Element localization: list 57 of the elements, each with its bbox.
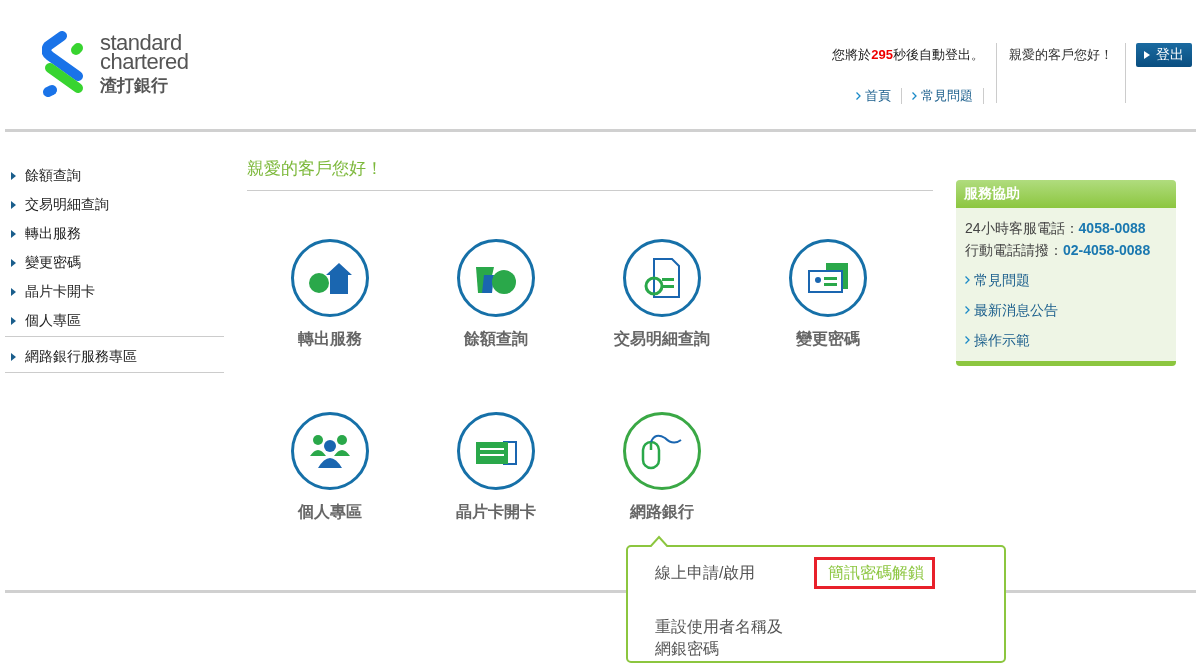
service-tile-label: 變更密碼 — [796, 329, 860, 349]
phone-number: 02-4058-0088 — [1063, 242, 1151, 258]
chevron-icon — [965, 306, 970, 314]
service-tile-label: 轉出服務 — [298, 329, 362, 349]
sidebar-item[interactable]: 餘額查詢 — [5, 161, 224, 190]
auto-logout-notice: 您將於295秒後自動登出。 — [832, 46, 984, 64]
service-tile-label: 交易明細查詢 — [614, 329, 710, 349]
panel-title: 服務協助 — [956, 180, 1176, 208]
triangle-icon — [11, 229, 16, 238]
header-link[interactable]: 首頁 — [846, 88, 902, 104]
logo-chinese-name: 渣打銀行 — [100, 75, 169, 97]
sidebar-item[interactable]: 網路銀行服務專區 — [5, 342, 224, 371]
service-tile-label: 網路銀行 — [630, 502, 694, 522]
submenu-link[interactable]: 重設使用者名稱及網銀密碼 — [652, 609, 800, 665]
logo-wordmark: standard — [100, 33, 182, 52]
triangle-icon — [11, 171, 16, 180]
phone-label: 24小時客服電話： — [965, 220, 1079, 236]
service-tile-button[interactable] — [457, 239, 535, 317]
sidebar-item[interactable]: 交易明細查詢 — [5, 190, 224, 219]
panel-link[interactable]: 操作示範 — [965, 325, 1167, 355]
panel-link[interactable]: 最新消息公告 — [965, 295, 1167, 325]
logo-wordmark: chartered — [100, 52, 189, 71]
service-tile-label: 餘額查詢 — [464, 329, 528, 349]
mouse-icon — [641, 432, 683, 470]
triangle-icon — [11, 352, 16, 361]
triangle-icon — [11, 287, 16, 296]
triangle-icon — [1144, 51, 1150, 59]
people-group-icon — [310, 434, 350, 468]
service-tile-button[interactable] — [789, 239, 867, 317]
sidebar-item[interactable]: 個人專區 — [5, 306, 224, 335]
chevron-icon — [856, 92, 861, 100]
triangle-icon — [11, 316, 16, 325]
panel-link[interactable]: 常見問題 — [965, 265, 1167, 295]
money-house-icon — [308, 261, 352, 295]
logout-button[interactable]: 登出 — [1136, 43, 1192, 67]
triangle-icon — [11, 200, 16, 209]
phone-label: 行動電話請撥： — [965, 242, 1063, 258]
sidebar-item[interactable]: 轉出服務 — [5, 219, 224, 248]
triangle-icon — [11, 258, 16, 267]
chevron-icon — [965, 276, 970, 284]
phone-number: 4058-0088 — [1078, 220, 1146, 236]
email-document-icon — [644, 258, 680, 298]
greeting-text: 親愛的客戶您好！ — [997, 43, 1126, 103]
id-card-icon — [808, 263, 848, 293]
service-tile-button[interactable] — [623, 239, 701, 317]
service-tile-button[interactable] — [291, 412, 369, 490]
chevron-icon — [912, 92, 917, 100]
sidebar-item[interactable]: 晶片卡開卡 — [5, 277, 224, 306]
service-tile-button[interactable] — [291, 239, 369, 317]
service-tile-label: 個人專區 — [298, 502, 362, 522]
service-tile-button[interactable] — [623, 412, 701, 490]
service-tile-button[interactable] — [457, 412, 535, 490]
welcome-heading: 親愛的客戶您好！ — [247, 157, 933, 191]
header-link[interactable]: 常見問題 — [902, 88, 984, 104]
service-tile-label: 晶片卡開卡 — [456, 502, 536, 522]
chevron-icon — [965, 336, 970, 344]
sidebar-item[interactable]: 變更密碼 — [5, 248, 224, 277]
